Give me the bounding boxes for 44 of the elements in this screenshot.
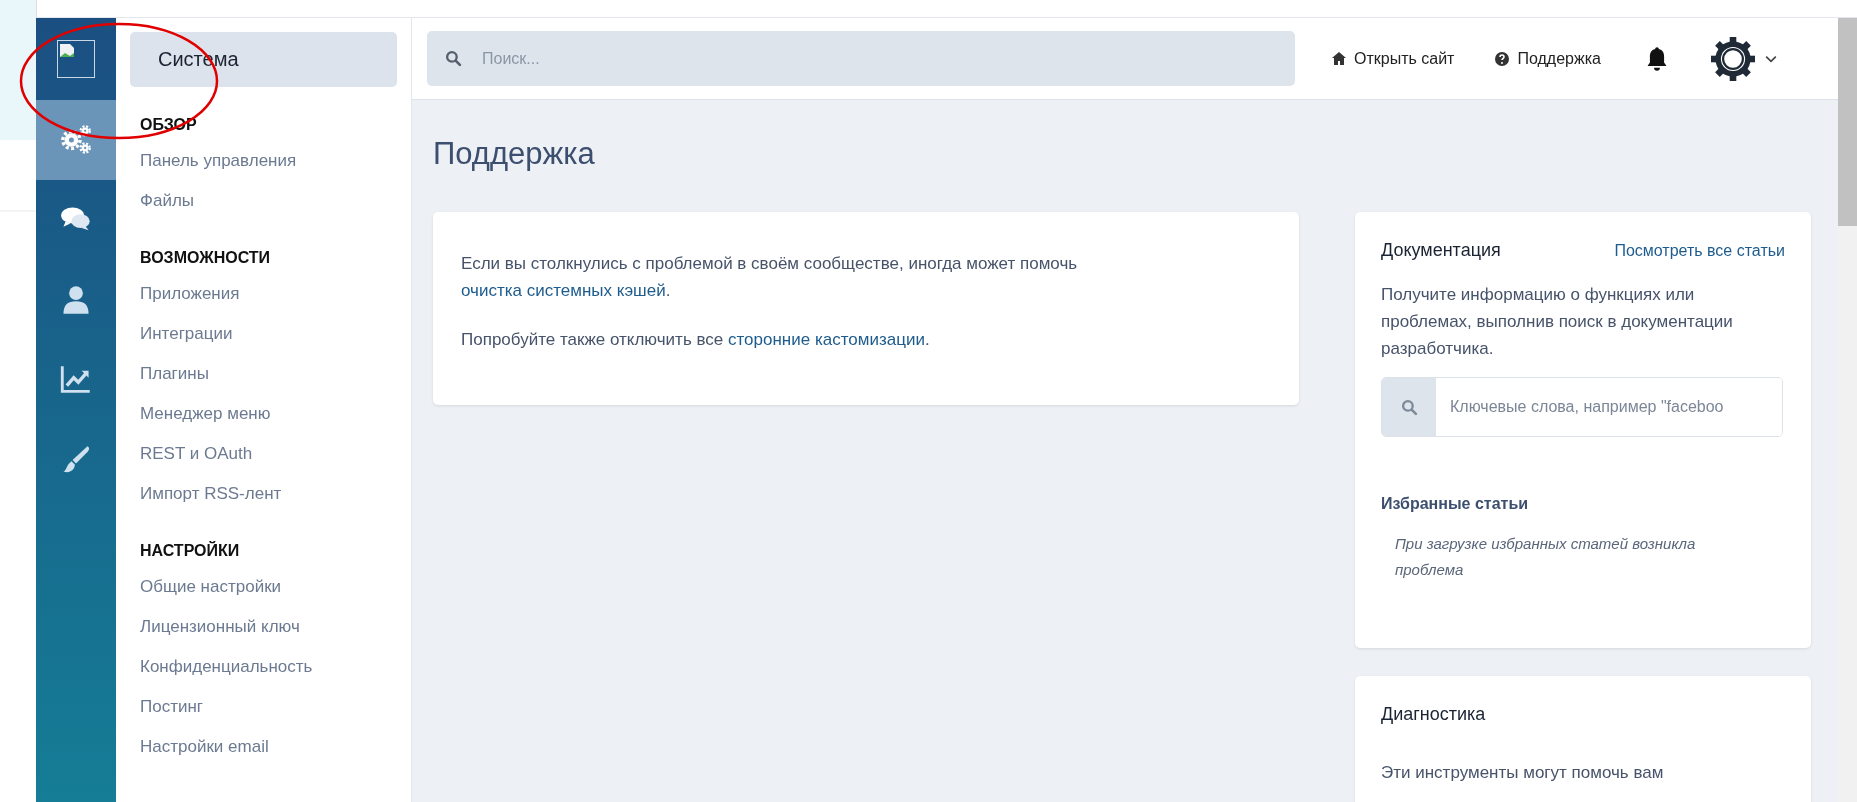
rail-item[interactable] xyxy=(36,100,116,180)
card-description: Эти инструменты могут помочь вам xyxy=(1381,762,1665,784)
sidebar-link[interactable]: Настройки email xyxy=(140,727,269,767)
section-heading: НАСТРОЙКИ xyxy=(140,540,240,561)
user-icon xyxy=(60,284,92,316)
card-title: Диагностика xyxy=(1381,704,1487,725)
sidebar-link[interactable]: Общие настройки xyxy=(140,567,282,607)
paragraph: Если вы столкнулись с проблемой в своём сообществе, иногда может помочь очистка системных кэшей. xyxy=(461,253,1079,302)
search-field[interactable]: Ключевые слова, например "faceboo xyxy=(1381,377,1783,437)
help-icon xyxy=(1494,50,1511,67)
sidebar-link[interactable]: Постинг xyxy=(140,687,204,727)
home-icon xyxy=(1331,50,1347,67)
text-link[interactable]: сторонние кастомизации xyxy=(728,330,925,349)
page-title: Поддержка xyxy=(433,135,596,173)
top-link[interactable]: Открыть сайт xyxy=(1331,49,1455,68)
sidebar-link[interactable]: Импорт RSS-лент xyxy=(140,474,282,514)
caret-icon[interactable] xyxy=(1764,54,1777,63)
top-link[interactable]: Поддержка xyxy=(1494,49,1601,68)
sidebar-link[interactable]: Плагины xyxy=(140,354,209,394)
sidebar-link[interactable]: Интеграции xyxy=(140,314,233,354)
paragraph: Попробуйте также отключить все сторонние кастомизации. xyxy=(461,329,931,351)
scrollbar-thumb[interactable] xyxy=(1838,18,1857,226)
card-title: Документация xyxy=(1381,240,1501,261)
search-icon xyxy=(1400,398,1418,416)
avatar-icon[interactable] xyxy=(1710,36,1755,81)
error-message: При загрузке избранных статей возникла проблема xyxy=(1395,534,1697,580)
featured-heading: Избранные статьи xyxy=(1381,495,1530,513)
search-field[interactable]: Поиск... xyxy=(427,31,1295,86)
sidebar-link[interactable]: Менеджер меню xyxy=(140,394,271,434)
sidebar-link[interactable]: Приложения xyxy=(140,274,240,314)
sidebar-link[interactable]: Конфиденциальность xyxy=(140,647,313,687)
search-icon xyxy=(445,50,462,67)
sidebar-link[interactable]: Файлы xyxy=(140,181,194,221)
chart-icon xyxy=(60,364,92,396)
text-link[interactable]: очистка системных кэшей xyxy=(461,281,666,300)
broken-image-icon xyxy=(57,40,95,78)
sidebar-link[interactable]: Лицензионный ключ xyxy=(140,607,300,647)
card-description: Получите информацию о функциях или проблемах, выполнив поиск в документации разработчика. xyxy=(1381,284,1734,360)
view-all-link[interactable]: Посмотреть все статьи xyxy=(1614,242,1785,260)
sidebar-link[interactable]: REST и OAuth xyxy=(140,434,253,474)
sidebar-link[interactable]: Панель управления xyxy=(140,141,297,181)
section-heading: ВОЗМОЖНОСТИ xyxy=(140,248,271,268)
scrollbar[interactable] xyxy=(1838,18,1857,802)
gears-icon xyxy=(60,124,92,156)
